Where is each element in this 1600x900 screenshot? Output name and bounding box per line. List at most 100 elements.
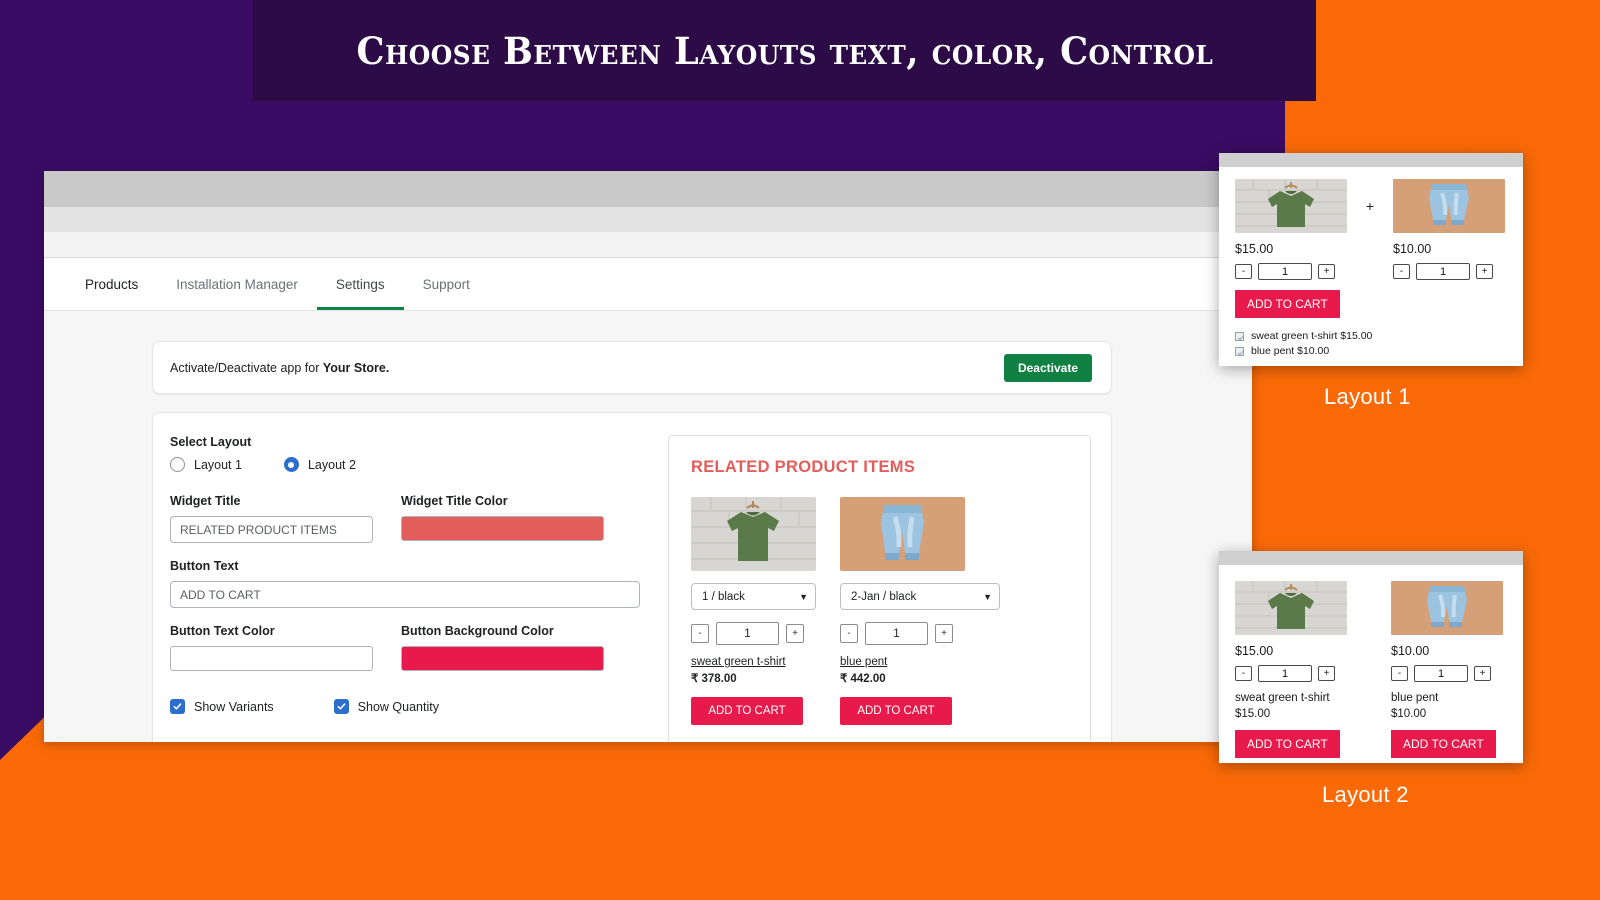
- product-price: ₹ 378.00: [691, 673, 737, 685]
- toggle-row: Show Variants Show Quantity: [170, 699, 640, 714]
- button-text-color-label: Button Text Color: [170, 624, 275, 638]
- radio-layout-2[interactable]: Layout 2: [283, 457, 356, 472]
- add-to-cart-button[interactable]: ADD TO CART: [1391, 730, 1496, 758]
- green-tshirt-image: [1235, 581, 1347, 635]
- radio-layout-1-circle[interactable]: [170, 457, 185, 472]
- product-block: $15.00 - 1 + ADD TO CART: [1235, 179, 1347, 318]
- quantity-minus-button[interactable]: -: [691, 624, 709, 643]
- checkbox-icon[interactable]: [1235, 331, 1244, 341]
- layout-1-preview-card: $15.00 - 1 + ADD TO CART + $10.00 - 1 + …: [1219, 153, 1523, 366]
- product-price: $15.00: [1235, 644, 1274, 658]
- widget-title-input[interactable]: RELATED PRODUCT ITEMS: [170, 516, 373, 543]
- checkbox-show-quantity[interactable]: Show Quantity: [333, 699, 439, 714]
- quantity-plus-button[interactable]: +: [1318, 666, 1335, 681]
- product-price-secondary: $10.00: [1391, 708, 1427, 720]
- quantity-plus-button[interactable]: +: [1318, 264, 1335, 279]
- card-titlebar: [1219, 153, 1523, 167]
- quantity-input[interactable]: 1: [1258, 665, 1312, 682]
- widget-title-label: Widget Title: [170, 494, 241, 508]
- layout-2-caption: Layout 2: [1322, 782, 1409, 807]
- quantity-minus-button[interactable]: -: [1235, 264, 1252, 279]
- quantity-minus-button[interactable]: -: [840, 624, 858, 643]
- quantity-plus-button[interactable]: +: [1474, 666, 1491, 681]
- quantity-stepper: - 1 +: [691, 622, 816, 645]
- tab-installation-manager[interactable]: Installation Manager: [157, 258, 317, 310]
- card-titlebar: [1219, 551, 1523, 565]
- tab-installation-manager-label: Installation Manager: [176, 276, 298, 292]
- list-item[interactable]: blue pent $10.00: [1235, 345, 1507, 357]
- tab-settings[interactable]: Settings: [316, 258, 404, 310]
- widget-title-field: Widget Title RELATED PRODUCT ITEMS: [170, 494, 373, 543]
- show-variants-label: Show Variants: [194, 699, 274, 714]
- products-row: $15.00 - 1 + sweat green t-shirt $15.00 …: [1235, 581, 1507, 758]
- check-icon[interactable]: [170, 699, 185, 714]
- quantity-stepper: - 1 +: [1235, 665, 1347, 682]
- plus-separator: +: [1365, 198, 1375, 214]
- headline-banner: Choose Between Layouts text, color, Cont…: [253, 0, 1316, 101]
- product-name: blue pent: [1391, 692, 1439, 704]
- tab-support[interactable]: Support: [404, 258, 489, 310]
- product-price: $15.00: [1235, 242, 1274, 256]
- quantity-input[interactable]: 1: [1258, 263, 1312, 280]
- page-content: Activate/Deactivate app for Your Store. …: [44, 311, 1252, 742]
- select-layout-label: Select Layout: [170, 435, 252, 449]
- button-text-label: Button Text: [170, 559, 239, 573]
- quantity-plus-button[interactable]: +: [1476, 264, 1493, 279]
- radio-layout-2-circle[interactable]: [283, 457, 299, 472]
- settings-form: Select Layout Layout 1 Layout 2 Widget T…: [170, 435, 640, 742]
- variant-select[interactable]: 1 / black ▼: [691, 583, 816, 610]
- green-tshirt-image: [1235, 179, 1347, 233]
- product-price: $10.00: [1391, 644, 1430, 658]
- tab-settings-label: Settings: [335, 276, 385, 292]
- checkbox-icon[interactable]: [1235, 346, 1244, 356]
- deactivate-button[interactable]: Deactivate: [1003, 353, 1092, 382]
- product-name-link[interactable]: blue pent: [840, 656, 965, 668]
- chevron-down-icon: ▼: [983, 591, 992, 602]
- quantity-plus-button[interactable]: +: [786, 624, 804, 643]
- products-row: $15.00 - 1 + ADD TO CART + $10.00 - 1 +: [1235, 179, 1507, 318]
- button-bg-color-label: Button Background Color: [401, 624, 554, 638]
- widget-title-color-swatch[interactable]: [401, 516, 604, 541]
- quantity-minus-button[interactable]: -: [1393, 264, 1410, 279]
- button-text-field: Button Text ADD TO CART: [170, 559, 640, 608]
- product-name: sweat green t-shirt: [1235, 692, 1330, 704]
- radio-layout-2-label: Layout 2: [307, 457, 356, 472]
- tab-products[interactable]: Products: [66, 258, 157, 310]
- product-block: $10.00 - 1 + blue pent $10.00 ADD TO CAR…: [1391, 581, 1503, 758]
- quantity-plus-button[interactable]: +: [935, 624, 953, 643]
- quantity-input[interactable]: 1: [1416, 263, 1470, 280]
- widget-preview: RELATED PRODUCT ITEMS 1 / black ▼ - 1 + …: [668, 435, 1091, 742]
- product-name-link[interactable]: sweat green t-shirt: [691, 656, 816, 668]
- quantity-stepper: - 1 +: [840, 622, 965, 645]
- variant-select[interactable]: 2-Jan / black ▼: [840, 583, 1000, 610]
- list-item-label: sweat green t-shirt $15.00: [1251, 330, 1373, 342]
- radio-layout-1[interactable]: Layout 1: [170, 457, 242, 472]
- browser-addressbar: [44, 232, 1252, 258]
- check-icon[interactable]: [333, 699, 349, 714]
- add-to-cart-button[interactable]: ADD TO CART: [840, 697, 952, 725]
- quantity-stepper: - 1 +: [1391, 665, 1503, 682]
- add-to-cart-button[interactable]: ADD TO CART: [691, 697, 803, 725]
- button-bg-color-field: Button Background Color: [401, 624, 604, 671]
- quantity-minus-button[interactable]: -: [1235, 666, 1252, 681]
- store-name: Your Store.: [322, 360, 390, 375]
- quantity-input[interactable]: 1: [865, 622, 928, 645]
- show-quantity-label: Show Quantity: [357, 699, 439, 714]
- card-body: $15.00 - 1 + sweat green t-shirt $15.00 …: [1219, 565, 1523, 763]
- add-to-cart-button[interactable]: ADD TO CART: [1235, 290, 1340, 318]
- preview-item: 2-Jan / black ▼ - 1 + blue pent ₹ 442.00…: [840, 497, 1000, 725]
- activate-deactivate-card: Activate/Deactivate app for Your Store. …: [152, 341, 1112, 394]
- button-bg-color-swatch[interactable]: [401, 646, 604, 671]
- list-item-label: blue pent $10.00: [1251, 345, 1330, 357]
- quantity-input[interactable]: 1: [716, 622, 779, 645]
- add-to-cart-button[interactable]: ADD TO CART: [1235, 730, 1340, 758]
- product-price: $10.00: [1393, 242, 1432, 256]
- button-text-color-swatch[interactable]: [170, 646, 373, 671]
- quantity-minus-button[interactable]: -: [1391, 666, 1408, 681]
- quantity-input[interactable]: 1: [1414, 665, 1468, 682]
- product-block: $10.00 - 1 +: [1393, 179, 1505, 280]
- product-block: $15.00 - 1 + sweat green t-shirt $15.00 …: [1235, 581, 1347, 758]
- list-item[interactable]: sweat green t-shirt $15.00: [1235, 330, 1507, 342]
- button-text-input[interactable]: ADD TO CART: [170, 581, 640, 608]
- checkbox-show-variants[interactable]: Show Variants: [170, 699, 274, 714]
